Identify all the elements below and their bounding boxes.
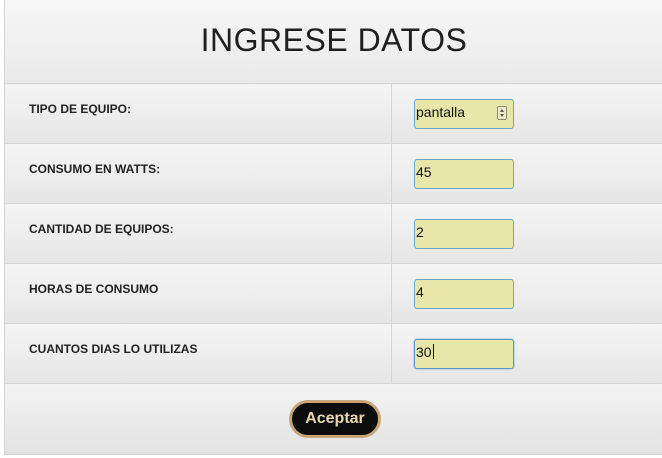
- accept-button[interactable]: Aceptar: [289, 400, 381, 438]
- dias-uso-label: CUANTOS DIAS LO UTILIZAS: [29, 342, 198, 356]
- label-cell: CANTIDAD DE EQUIPOS:: [5, 204, 392, 263]
- horas-consumo-label: HORAS DE CONSUMO: [29, 282, 159, 296]
- form-footer: Aceptar: [5, 384, 662, 454]
- data-entry-form: INGRESE DATOS TIPO DE EQUIPO: pantalla C…: [4, 0, 662, 455]
- text-cursor: [432, 344, 434, 359]
- tipo-equipo-select[interactable]: pantalla: [414, 99, 514, 129]
- form-row-horas-consumo: HORAS DE CONSUMO 4: [5, 264, 662, 324]
- consumo-watts-value: 45: [416, 164, 432, 180]
- form-title: INGRESE DATOS: [200, 22, 468, 58]
- tipo-equipo-label: TIPO DE EQUIPO:: [29, 102, 132, 116]
- cantidad-equipos-value: 2: [416, 224, 424, 240]
- label-cell: TIPO DE EQUIPO:: [5, 84, 392, 143]
- cantidad-equipos-label: CANTIDAD DE EQUIPOS:: [29, 222, 174, 236]
- form-header: INGRESE DATOS: [5, 0, 662, 84]
- label-cell: CONSUMO EN WATTS:: [5, 144, 392, 203]
- horas-consumo-value: 4: [416, 284, 424, 300]
- updown-arrows-icon[interactable]: [497, 106, 507, 120]
- cantidad-equipos-input[interactable]: 2: [414, 219, 514, 249]
- form-row-dias-uso: CUANTOS DIAS LO UTILIZAS 30: [5, 324, 662, 384]
- dias-uso-value: 30: [416, 344, 432, 360]
- label-cell: HORAS DE CONSUMO: [5, 264, 392, 323]
- form-row-consumo-watts: CONSUMO EN WATTS: 45: [5, 144, 662, 204]
- form-row-cantidad-equipos: CANTIDAD DE EQUIPOS: 2: [5, 204, 662, 264]
- form-row-tipo-equipo: TIPO DE EQUIPO: pantalla: [5, 84, 662, 144]
- dias-uso-input[interactable]: 30: [414, 339, 514, 369]
- consumo-watts-label: CONSUMO EN WATTS:: [29, 162, 161, 176]
- tipo-equipo-value: pantalla: [416, 104, 466, 120]
- horas-consumo-input[interactable]: 4: [414, 279, 514, 309]
- label-cell: CUANTOS DIAS LO UTILIZAS: [5, 324, 392, 383]
- consumo-watts-input[interactable]: 45: [414, 159, 514, 189]
